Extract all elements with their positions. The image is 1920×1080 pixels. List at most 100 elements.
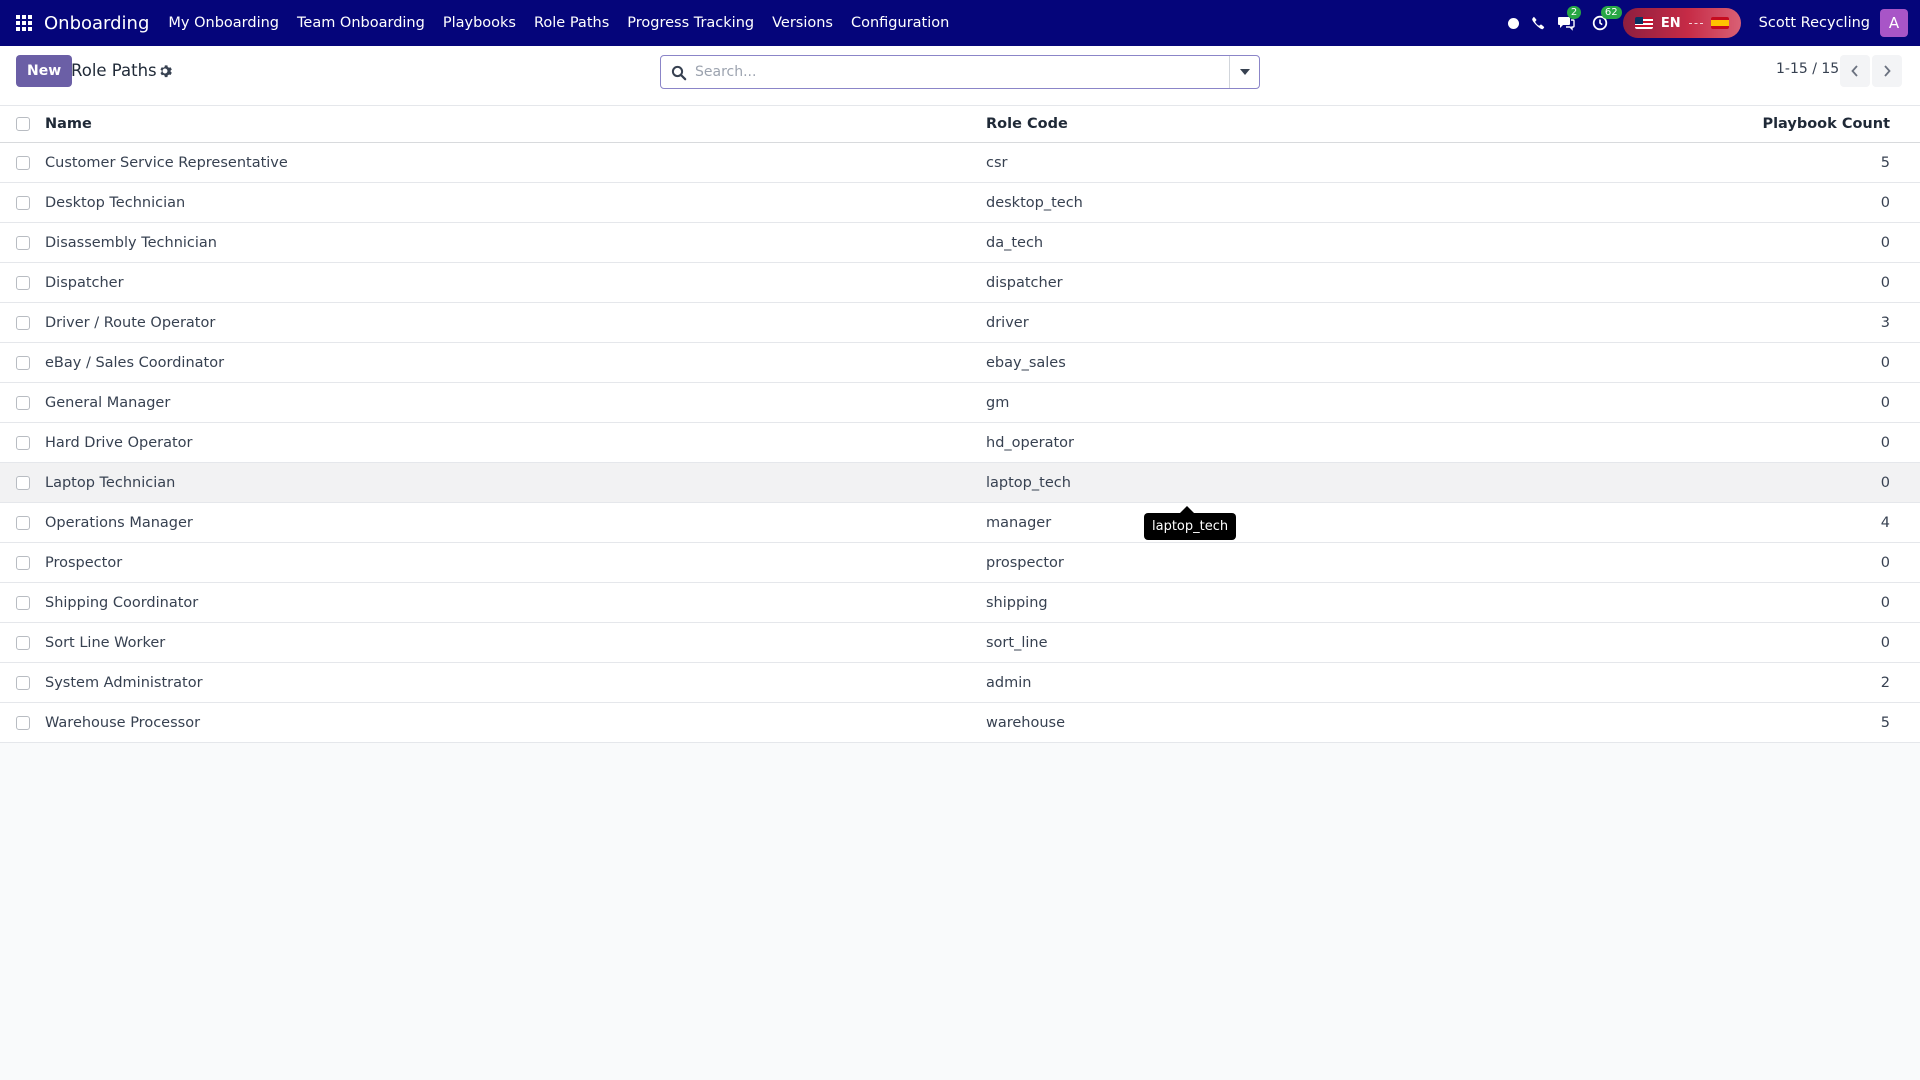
cell-name: Driver / Route Operator bbox=[45, 314, 216, 331]
clock-check-icon[interactable]: 62 bbox=[1591, 6, 1622, 32]
search-box bbox=[660, 55, 1260, 89]
select-all-checkbox[interactable] bbox=[15, 117, 30, 131]
company-switcher[interactable]: Scott Recycling bbox=[1759, 15, 1870, 31]
search-input[interactable] bbox=[695, 57, 1215, 87]
cell-playbook-count: 0 bbox=[1880, 234, 1890, 251]
row-checkbox[interactable] bbox=[15, 635, 30, 650]
row-checkbox[interactable] bbox=[15, 275, 30, 290]
row-checkbox[interactable] bbox=[15, 355, 30, 370]
row-select-cell bbox=[0, 395, 45, 410]
cell-playbook-count: 0 bbox=[1880, 394, 1890, 411]
table-row[interactable]: Warehouse Processor warehouse 5 bbox=[0, 703, 1920, 743]
navbar-systray: 2 62 EN Scott Recycling A bbox=[1507, 0, 1908, 46]
column-header-name[interactable]: Name bbox=[45, 116, 986, 132]
row-checkbox[interactable] bbox=[15, 195, 30, 210]
row-select-cell bbox=[0, 635, 45, 650]
row-checkbox[interactable] bbox=[15, 475, 30, 490]
status-dot-icon[interactable] bbox=[1507, 17, 1519, 29]
cell-name: Desktop Technician bbox=[45, 194, 186, 211]
table-row[interactable]: System Administrator admin 2 bbox=[0, 663, 1920, 703]
cell-role-code: shipping bbox=[986, 594, 1048, 611]
row-select-cell bbox=[0, 315, 45, 330]
row-checkbox[interactable] bbox=[15, 715, 30, 730]
pager-previous-button[interactable] bbox=[1840, 55, 1870, 87]
cell-name: Disassembly Technician bbox=[45, 234, 217, 251]
cell-playbook-count: 5 bbox=[1880, 714, 1890, 731]
row-checkbox[interactable] bbox=[15, 555, 30, 570]
menu-item-progress-tracking[interactable]: Progress Tracking bbox=[618, 15, 763, 31]
table-row[interactable]: eBay / Sales Coordinator ebay_sales 0 bbox=[0, 343, 1920, 383]
cell-name: Laptop Technician bbox=[45, 474, 176, 491]
row-select-cell bbox=[0, 155, 45, 170]
row-checkbox[interactable] bbox=[15, 235, 30, 250]
cell-playbook-count: 0 bbox=[1880, 594, 1890, 611]
row-checkbox[interactable] bbox=[15, 675, 30, 690]
table-row[interactable]: Hard Drive Operator hd_operator 0 bbox=[0, 423, 1920, 463]
cell-name: Shipping Coordinator bbox=[45, 594, 199, 611]
chat-bubbles-icon[interactable]: 2 bbox=[1557, 6, 1582, 32]
cell-name: Sort Line Worker bbox=[45, 634, 166, 651]
phone-icon[interactable] bbox=[1529, 14, 1547, 32]
cell-name: Customer Service Representative bbox=[45, 154, 288, 171]
tooltip: laptop_tech bbox=[1144, 506, 1237, 540]
table-row[interactable]: Prospector prospector 0 bbox=[0, 543, 1920, 583]
cell-name: eBay / Sales Coordinator bbox=[45, 354, 225, 371]
menu-item-role-paths[interactable]: Role Paths bbox=[525, 15, 618, 31]
column-header-playbook-count[interactable]: Playbook Count bbox=[1686, 116, 1906, 132]
cell-role-code: da_tech bbox=[986, 234, 1044, 251]
cell-role-code: ebay_sales bbox=[986, 354, 1066, 371]
cell-name: General Manager bbox=[45, 394, 171, 411]
row-checkbox[interactable] bbox=[15, 515, 30, 530]
column-header-role-code[interactable]: Role Code bbox=[986, 116, 1686, 132]
table-row[interactable]: Dispatcher dispatcher 0 bbox=[0, 263, 1920, 303]
cell-playbook-count: 0 bbox=[1880, 634, 1890, 651]
menu-item-my-onboarding[interactable]: My Onboarding bbox=[159, 15, 288, 31]
activities-badge: 62 bbox=[1600, 6, 1622, 19]
cell-playbook-count: 0 bbox=[1880, 434, 1890, 451]
table-row[interactable]: Shipping Coordinator shipping 0 bbox=[0, 583, 1920, 623]
language-switcher[interactable]: EN bbox=[1622, 8, 1741, 38]
menu-item-versions[interactable]: Versions bbox=[763, 15, 842, 31]
search-icon bbox=[671, 65, 687, 81]
cell-name: Warehouse Processor bbox=[45, 714, 201, 731]
cell-role-code: driver bbox=[986, 314, 1029, 331]
new-button[interactable]: New bbox=[16, 55, 73, 87]
us-flag-icon bbox=[1634, 17, 1653, 29]
table-row[interactable]: Operations Manager manager 4 bbox=[0, 503, 1920, 543]
top-navbar: Onboarding My Onboarding Team Onboarding… bbox=[0, 0, 1920, 46]
row-checkbox[interactable] bbox=[15, 395, 30, 410]
row-checkbox[interactable] bbox=[15, 435, 30, 450]
row-checkbox[interactable] bbox=[15, 315, 30, 330]
apps-grid-icon[interactable] bbox=[16, 15, 32, 31]
menu-item-configuration[interactable]: Configuration bbox=[842, 15, 958, 31]
gear-icon[interactable] bbox=[158, 64, 172, 78]
row-select-cell bbox=[0, 435, 45, 450]
search-options-toggle[interactable] bbox=[1229, 56, 1259, 88]
table-row[interactable]: Driver / Route Operator driver 3 bbox=[0, 303, 1920, 343]
table-row[interactable]: Customer Service Representative csr 5 bbox=[0, 143, 1920, 183]
cell-role-code: manager bbox=[986, 514, 1052, 531]
cell-role-code: warehouse bbox=[986, 714, 1066, 731]
table-row[interactable]: Laptop Technician laptop_tech 0 bbox=[0, 463, 1920, 503]
cell-role-code: admin bbox=[986, 674, 1032, 691]
table-row[interactable]: Disassembly Technician da_tech 0 bbox=[0, 223, 1920, 263]
cell-name: Dispatcher bbox=[45, 274, 124, 291]
cell-role-code: dispatcher bbox=[986, 274, 1063, 291]
row-checkbox[interactable] bbox=[15, 595, 30, 610]
cell-role-code: desktop_tech bbox=[986, 194, 1083, 211]
table-row[interactable]: General Manager gm 0 bbox=[0, 383, 1920, 423]
user-avatar[interactable]: A bbox=[1880, 9, 1908, 37]
app-brand[interactable]: Onboarding bbox=[44, 13, 149, 34]
cell-playbook-count: 4 bbox=[1880, 514, 1890, 531]
cell-name: System Administrator bbox=[45, 674, 203, 691]
pager-value[interactable]: 1-15 / 15 bbox=[1776, 61, 1839, 77]
language-separator bbox=[1688, 22, 1703, 24]
menu-item-team-onboarding[interactable]: Team Onboarding bbox=[288, 15, 434, 31]
select-all-cell bbox=[0, 117, 45, 131]
table-row[interactable]: Desktop Technician desktop_tech 0 bbox=[0, 183, 1920, 223]
cell-name: Operations Manager bbox=[45, 514, 193, 531]
menu-item-playbooks[interactable]: Playbooks bbox=[434, 15, 525, 31]
pager-next-button[interactable] bbox=[1872, 55, 1902, 87]
row-checkbox[interactable] bbox=[15, 155, 30, 170]
table-row[interactable]: Sort Line Worker sort_line 0 bbox=[0, 623, 1920, 663]
